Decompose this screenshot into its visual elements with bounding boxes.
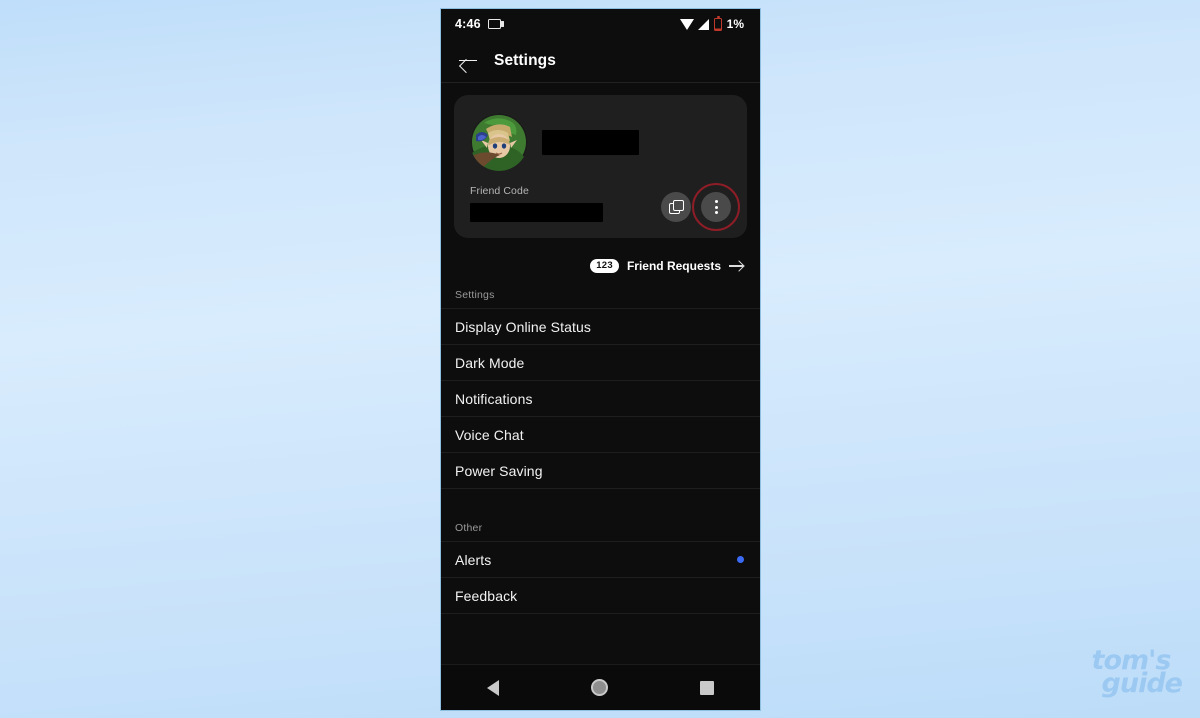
toms-guide-watermark: tom's guide [1092, 647, 1183, 700]
copy-icon [669, 200, 684, 214]
page-title: Settings [494, 51, 556, 69]
android-nav-bar [441, 664, 760, 710]
battery-icon [713, 15, 722, 31]
status-clock: 4:46 [455, 17, 481, 31]
back-arrow-icon[interactable] [458, 51, 478, 71]
arrow-right-icon [729, 260, 744, 272]
list-item-alerts[interactable]: Alerts [441, 542, 760, 578]
profile-overflow-menu-button[interactable] [701, 192, 731, 222]
nav-home-circle-icon[interactable] [591, 679, 608, 696]
list-item-label: Notifications [455, 390, 533, 407]
status-bar-left: 4:46 [455, 17, 505, 31]
phone-frame: 4:46 1% Settings Friend Code 123 Friend … [440, 8, 761, 711]
list-item-display-online-status[interactable]: Display Online Status [441, 309, 760, 345]
profile-menu-button-wrapper [692, 183, 740, 231]
list-item-notifications[interactable]: Notifications [441, 381, 760, 417]
list-item-power-saving[interactable]: Power Saving [441, 453, 760, 489]
settings-list-group: Display Online Status Dark Mode Notifica… [441, 308, 760, 489]
friend-requests-label: Friend Requests [626, 259, 721, 273]
three-dots-vertical-icon [714, 200, 718, 214]
username-redaction-bar [542, 129, 639, 155]
list-item-label: Power Saving [455, 462, 543, 479]
alerts-unread-dot [737, 556, 744, 563]
friend-code-block: Friend Code [470, 185, 651, 222]
battery-percent-label: 1% [726, 17, 744, 31]
avatar[interactable] [470, 113, 528, 171]
status-bar: 4:46 1% [441, 9, 760, 39]
list-item-voice-chat[interactable]: Voice Chat [441, 417, 760, 453]
list-item-feedback[interactable]: Feedback [441, 578, 760, 614]
settings-scroll-body: Friend Code 123 Friend Requests Settings… [441, 83, 760, 664]
friend-code-redaction-bar [470, 203, 603, 222]
list-item-label: Dark Mode [455, 354, 525, 371]
nav-back-triangle-icon[interactable] [487, 679, 499, 696]
other-list-group: Alerts Feedback [441, 541, 760, 614]
wifi-icon [679, 18, 694, 30]
profile-top-row [470, 113, 731, 171]
section-header-settings: Settings [455, 289, 495, 301]
nav-recents-square-icon[interactable] [700, 680, 714, 695]
cast-icon [487, 19, 505, 29]
signal-icon [697, 18, 710, 30]
profile-bottom-row: Friend Code [470, 183, 740, 231]
app-bar: Settings [441, 39, 760, 83]
list-item-label: Feedback [455, 587, 518, 604]
copy-friend-code-button[interactable] [661, 192, 691, 222]
list-item-label: Voice Chat [455, 426, 524, 443]
friend-requests-row[interactable]: 123 Friend Requests [441, 254, 760, 278]
list-item-label: Alerts [455, 551, 492, 568]
profile-card: Friend Code [454, 95, 747, 238]
status-bar-right: 1% [679, 15, 744, 31]
section-header-other: Other [455, 522, 483, 534]
watermark-line-2: guide [1101, 668, 1183, 700]
list-item-dark-mode[interactable]: Dark Mode [441, 345, 760, 381]
friend-requests-badge: 123 [590, 259, 619, 273]
section-divider-gap [441, 489, 760, 511]
friend-code-label: Friend Code [470, 185, 529, 197]
list-item-label: Display Online Status [455, 318, 591, 335]
